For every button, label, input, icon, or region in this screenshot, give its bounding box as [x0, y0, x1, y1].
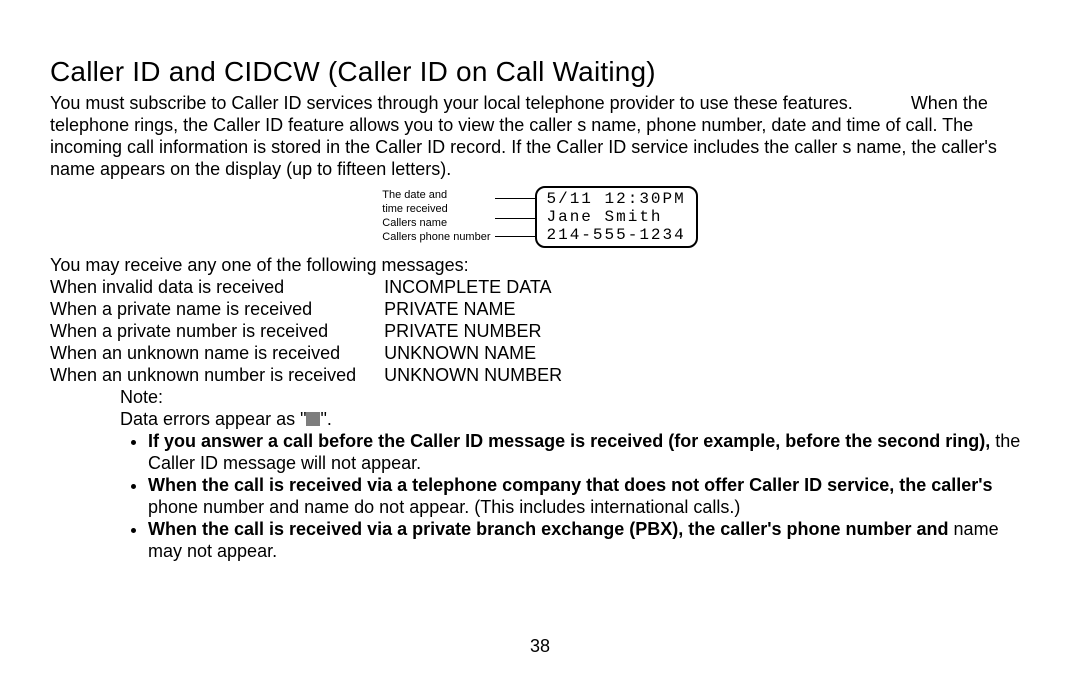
- caller-id-diagram: The date and time received Callers name …: [50, 186, 1030, 248]
- bullet-bold: When the call is received via a telephon…: [148, 475, 993, 495]
- msg-value: PRIVATE NUMBER: [384, 320, 590, 342]
- bullet-bold: When the call is received via a private …: [148, 519, 949, 539]
- list-item: If you answer a call before the Caller I…: [148, 430, 1030, 474]
- msg-when: When invalid data is received: [50, 276, 384, 298]
- msg-value: UNKNOWN NUMBER: [384, 364, 590, 386]
- phone-display: 5/11 12:30PM Jane Smith 214-555-1234: [535, 186, 698, 248]
- msg-value: UNKNOWN NAME: [384, 342, 590, 364]
- notes-list: If you answer a call before the Caller I…: [120, 430, 1030, 562]
- diagram-inner: The date and time received Callers name …: [382, 186, 697, 248]
- label-name: Callers name: [382, 216, 490, 230]
- label-time: time received: [382, 202, 490, 216]
- list-item: When the call is received via a private …: [148, 518, 1030, 562]
- diagram-leader-lines: [495, 186, 535, 246]
- note-label: Note:: [120, 386, 1030, 408]
- square-icon: [306, 412, 320, 426]
- diagram-labels: The date and time received Callers name …: [382, 186, 494, 244]
- intro-paragraph: You must subscribe to Caller ID services…: [50, 92, 1030, 180]
- table-row: When an unknown name is received UNKNOWN…: [50, 342, 590, 364]
- display-line1: 5/11 12:30PM: [547, 190, 686, 208]
- table-row: When invalid data is received INCOMPLETE…: [50, 276, 590, 298]
- messages-table: When invalid data is received INCOMPLETE…: [50, 276, 590, 386]
- note-pre: Data errors appear as ": [120, 409, 306, 429]
- table-row: When a private number is received PRIVAT…: [50, 320, 590, 342]
- table-row: When an unknown number is received UNKNO…: [50, 364, 590, 386]
- msg-when: When a private name is received: [50, 298, 384, 320]
- note-post: ".: [320, 409, 331, 429]
- list-item: When the call is received via a telephon…: [148, 474, 1030, 518]
- note-data-errors: Data errors appear as " ".: [120, 408, 1030, 430]
- msg-when: When an unknown number is received: [50, 364, 384, 386]
- display-line3: 214-555-1234: [547, 226, 686, 244]
- msg-when: When an unknown name is received: [50, 342, 384, 364]
- manual-page: Caller ID and CIDCW (Caller ID on Call W…: [0, 0, 1080, 562]
- table-row: When a private name is received PRIVATE …: [50, 298, 590, 320]
- msg-when: When a private number is received: [50, 320, 384, 342]
- msg-value: INCOMPLETE DATA: [384, 276, 590, 298]
- display-line2: Jane Smith: [547, 208, 663, 226]
- label-phone: Callers phone number: [382, 230, 490, 244]
- page-number: 38: [0, 636, 1080, 657]
- bullet-rest: phone number and name do not appear. (Th…: [148, 497, 740, 517]
- intro-text-1: You must subscribe to Caller ID services…: [50, 93, 853, 113]
- label-date: The date and: [382, 188, 490, 202]
- bullet-bold: If you answer a call before the Caller I…: [148, 431, 990, 451]
- section-title: Caller ID and CIDCW (Caller ID on Call W…: [50, 56, 1030, 88]
- note-block: Note: Data errors appear as " ". If you a…: [120, 386, 1030, 562]
- messages-header: You may receive any one of the following…: [50, 254, 1030, 276]
- msg-value: PRIVATE NAME: [384, 298, 590, 320]
